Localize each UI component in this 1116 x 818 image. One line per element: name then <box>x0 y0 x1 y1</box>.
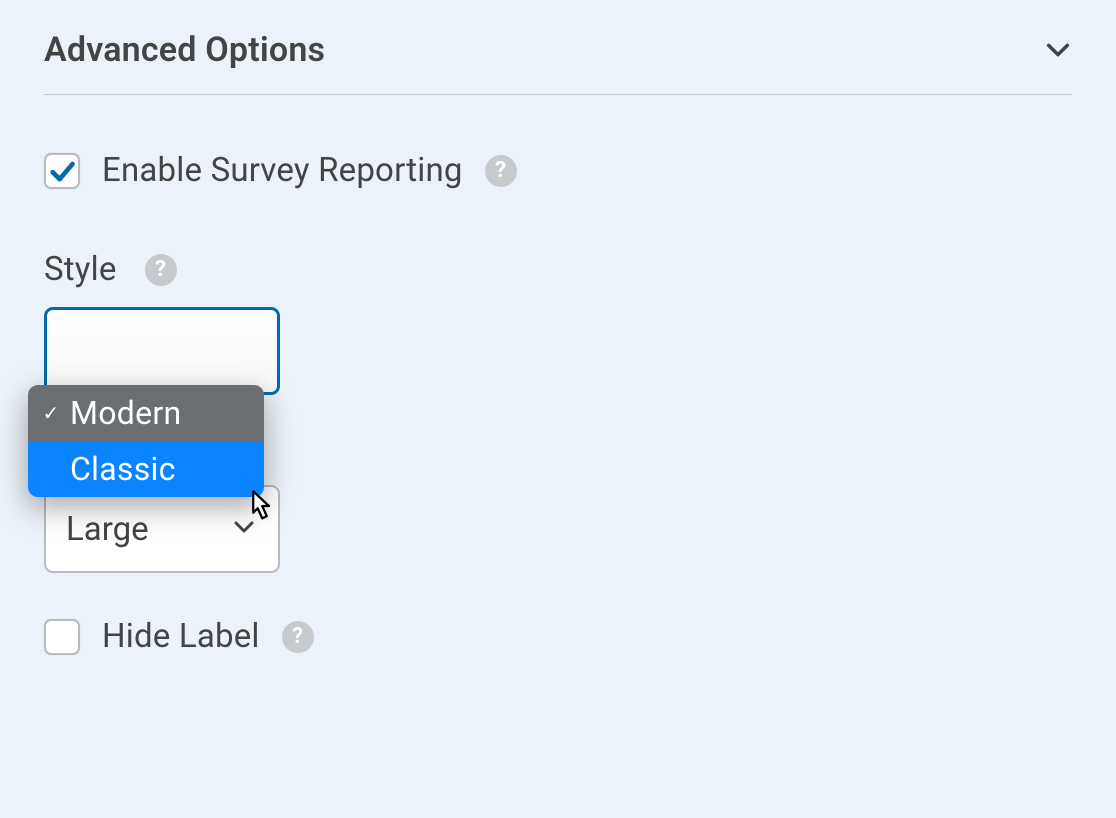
enable-survey-label: Enable Survey Reporting <box>102 151 463 190</box>
style-dropdown: ✓ Modern Classic <box>28 385 264 497</box>
style-option-modern[interactable]: ✓ Modern <box>28 385 264 441</box>
cursor-pointer-icon <box>242 488 278 524</box>
help-icon[interactable]: ? <box>282 621 314 653</box>
enable-survey-checkbox[interactable] <box>44 153 80 189</box>
hide-label-checkbox[interactable] <box>44 619 80 655</box>
option-label: Classic <box>70 450 176 488</box>
style-option-classic[interactable]: Classic <box>28 441 264 497</box>
enable-survey-row: Enable Survey Reporting ? <box>44 151 1072 190</box>
style-select[interactable]: Modern <box>44 307 280 395</box>
check-icon: ✓ <box>42 401 60 425</box>
style-label: Style <box>44 250 117 289</box>
help-icon[interactable]: ? <box>145 254 177 286</box>
field-size-value: Large <box>66 510 149 549</box>
hide-label-row: Hide Label ? <box>44 617 1072 656</box>
help-icon[interactable]: ? <box>485 155 517 187</box>
advanced-options-header[interactable]: Advanced Options <box>44 0 1072 95</box>
option-label: Modern <box>70 394 182 432</box>
hide-label-label: Hide Label <box>102 617 260 656</box>
section-title: Advanced Options <box>44 30 325 70</box>
chevron-down-icon <box>1044 36 1072 64</box>
